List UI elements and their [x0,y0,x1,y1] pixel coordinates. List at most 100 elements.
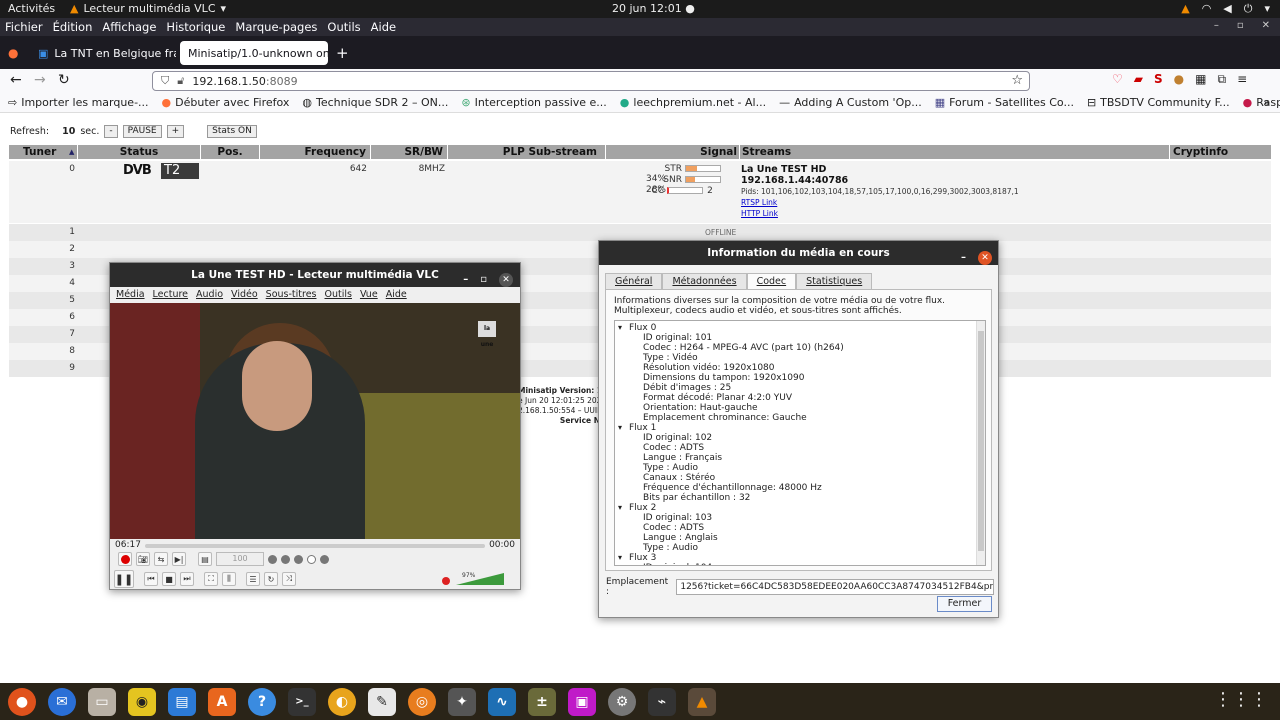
menu-aide[interactable]: Aide [371,20,396,34]
shield-icon[interactable]: ⛉ [161,74,169,88]
pause-icon[interactable]: ❚❚ [114,570,134,588]
bookmark-raspberry[interactable]: ●Raspberry Pi Docume... [1243,96,1280,109]
calculator-dock-icon[interactable]: ± [528,687,556,716]
tab-general[interactable]: Général [605,273,663,289]
preset-dot-icon[interactable] [294,554,303,564]
tree-stream-node[interactable]: Flux 0 [629,323,656,333]
dialog-title-bar[interactable]: Information du média en cours – ✕ [599,241,998,265]
volume-slider[interactable]: 97% [442,572,508,587]
close-button[interactable]: Fermer [937,596,992,612]
help-dock-icon[interactable]: ? [248,687,276,716]
firefox-dock-icon[interactable]: ● [8,687,36,716]
video-area[interactable]: la une [110,303,520,539]
app-menu[interactable]: ▲ Lecteur multimédia VLC ▾ [70,2,226,15]
editor-dock-icon[interactable]: ✎ [368,687,396,716]
minimize-icon[interactable]: – [1214,20,1219,31]
preset-dot-icon[interactable] [320,554,329,564]
vlc-menu-media[interactable]: Média [116,289,145,300]
vlc-menu-aide[interactable]: Aide [386,289,407,300]
col-streams[interactable]: Streams [740,145,1169,159]
system-tray[interactable]: ▲ ◠ ◀ ⏻ ▾ [1181,2,1270,16]
col-signal[interactable]: Signal [606,145,739,159]
vlc-menu-outils[interactable]: Outils [325,289,352,300]
terminal-dock-icon[interactable]: >_ [288,687,316,716]
frame-step-icon[interactable]: ▶| [172,552,186,566]
files-dock-icon[interactable]: ▭ [88,687,116,716]
vlc-menu-vue[interactable]: Vue [360,289,378,300]
vlc-dock-icon[interactable]: ▲ [688,687,716,716]
expand-arrow-icon[interactable]: ▾ [618,503,622,513]
pocket-icon[interactable]: ♡ [1112,72,1123,87]
tree-stream-node[interactable]: Flux 1 [629,423,656,433]
menu-historique[interactable]: Historique [166,20,225,34]
minimize-icon[interactable]: – [961,246,966,270]
tab-codec[interactable]: Codec [746,273,797,289]
rhythmbox-dock-icon[interactable]: ◉ [128,687,156,716]
inkscape-dock-icon[interactable]: ✦ [448,687,476,716]
preset-dot-icon[interactable] [307,554,316,564]
bookmark-firefox[interactable]: ● Débuter avec Firefox [162,96,290,109]
vlc-title-bar[interactable]: La Une TEST HD - Lecteur multimédia VLC … [110,263,520,287]
tree-stream-node[interactable]: Flux 3 [629,553,656,563]
rtsp-link[interactable]: RTSP Link [741,197,1019,208]
record-icon[interactable] [118,552,132,566]
menu-fichier[interactable]: Fichier [5,20,43,34]
puzzle-icon[interactable]: ⧉ [1217,72,1226,87]
close-icon[interactable]: ✕ [499,273,513,287]
new-tab-button[interactable]: + [336,44,349,62]
minimize-icon[interactable]: – [463,268,468,292]
stats-toggle-button[interactable]: Stats ON [207,125,257,138]
cookie-extension-icon[interactable]: ● [1174,72,1184,87]
tab-tnt-belgique[interactable]: ▣ La TNT en Belgique franç ✕ [30,41,176,65]
bookmark-tbsdtv[interactable]: ⊟ TBSDTV Community F... [1087,96,1230,109]
shuffle-icon[interactable]: ⤨ [282,572,296,586]
reload-icon[interactable]: ↻ [58,72,70,88]
hamburger-menu-icon[interactable]: ≡ [1237,72,1247,87]
pause-button[interactable]: PAUSE [122,125,162,138]
vlc-menu-lecture[interactable]: Lecture [153,289,188,300]
clock[interactable]: 20 jun 12:01 ● [612,2,695,15]
activities-button[interactable]: Activités [8,2,55,15]
expand-arrow-icon[interactable]: ▾ [618,323,622,333]
scrollbar-thumb[interactable] [978,331,984,551]
thunderbird-dock-icon[interactable]: ✉ [48,687,76,716]
fullscreen-icon[interactable]: ⛶ [204,572,218,586]
menu-edition[interactable]: Édition [53,20,93,34]
bookmark-sdr[interactable]: ◍ Technique SDR 2 – ON... [302,96,448,109]
refresh-decrease-button[interactable]: - [104,125,118,138]
previous-icon[interactable]: ⏮ [144,572,158,586]
bookmark-custom[interactable]: — Adding A Custom 'Op... [779,96,922,109]
app-dock-icon[interactable]: ◐ [328,687,356,716]
tab-minisatip[interactable]: Minisatip/1.0-unknown on 1 ✕ [180,41,328,65]
playlist-icon[interactable]: ☰ [246,572,260,586]
maximize-icon[interactable]: ▫ [480,268,487,292]
close-icon[interactable]: ✕ [1262,20,1270,31]
bookmark-forum[interactable]: ▦ Forum - Satellites Co... [935,96,1074,109]
pdf-extension-icon[interactable]: ▰ [1134,72,1143,87]
forward-arrow-icon[interactable]: → [34,72,46,88]
vlc-menu-sous-titres[interactable]: Sous-titres [266,289,317,300]
seek-slider[interactable] [145,544,485,548]
col-pos[interactable]: Pos. [201,145,259,159]
location-field[interactable]: 1256?ticket=66C4DC583D58EDEE020AA60CC3A8… [676,579,994,595]
bookmark-interception[interactable]: ⊛ Interception passive e... [461,96,606,109]
tree-scrollbar[interactable] [976,321,985,565]
expand-arrow-icon[interactable]: ▾ [618,553,622,563]
extension-icon[interactable]: ▦ [1195,72,1206,87]
preset-dot-icon[interactable] [281,554,290,564]
col-cryptinfo[interactable]: Cryptinfo [1170,145,1271,159]
bookmark-leech[interactable]: ● leechpremium.net - Al... [620,96,766,109]
loop-icon[interactable]: ↻ [264,572,278,586]
snapshot-icon[interactable]: 📷︎ [136,552,150,566]
col-tuner[interactable]: Tuner ▲ [9,145,77,159]
tab-metadonnees[interactable]: Métadonnées [662,273,747,289]
mute-icon[interactable] [442,577,450,585]
equalizer-icon[interactable]: ⫼ [222,572,236,586]
scope-dock-icon[interactable]: ∿ [488,687,516,716]
menu-affichage[interactable]: Affichage [102,20,156,34]
bookmark-import[interactable]: ⇨ Importer les marque-... [8,96,149,109]
software-dock-icon[interactable]: A [208,687,236,716]
more-bookmarks-icon[interactable]: » [1263,96,1270,109]
col-frequency[interactable]: Frequency [260,145,370,159]
settings-dock-icon[interactable]: ⚙ [608,687,636,716]
